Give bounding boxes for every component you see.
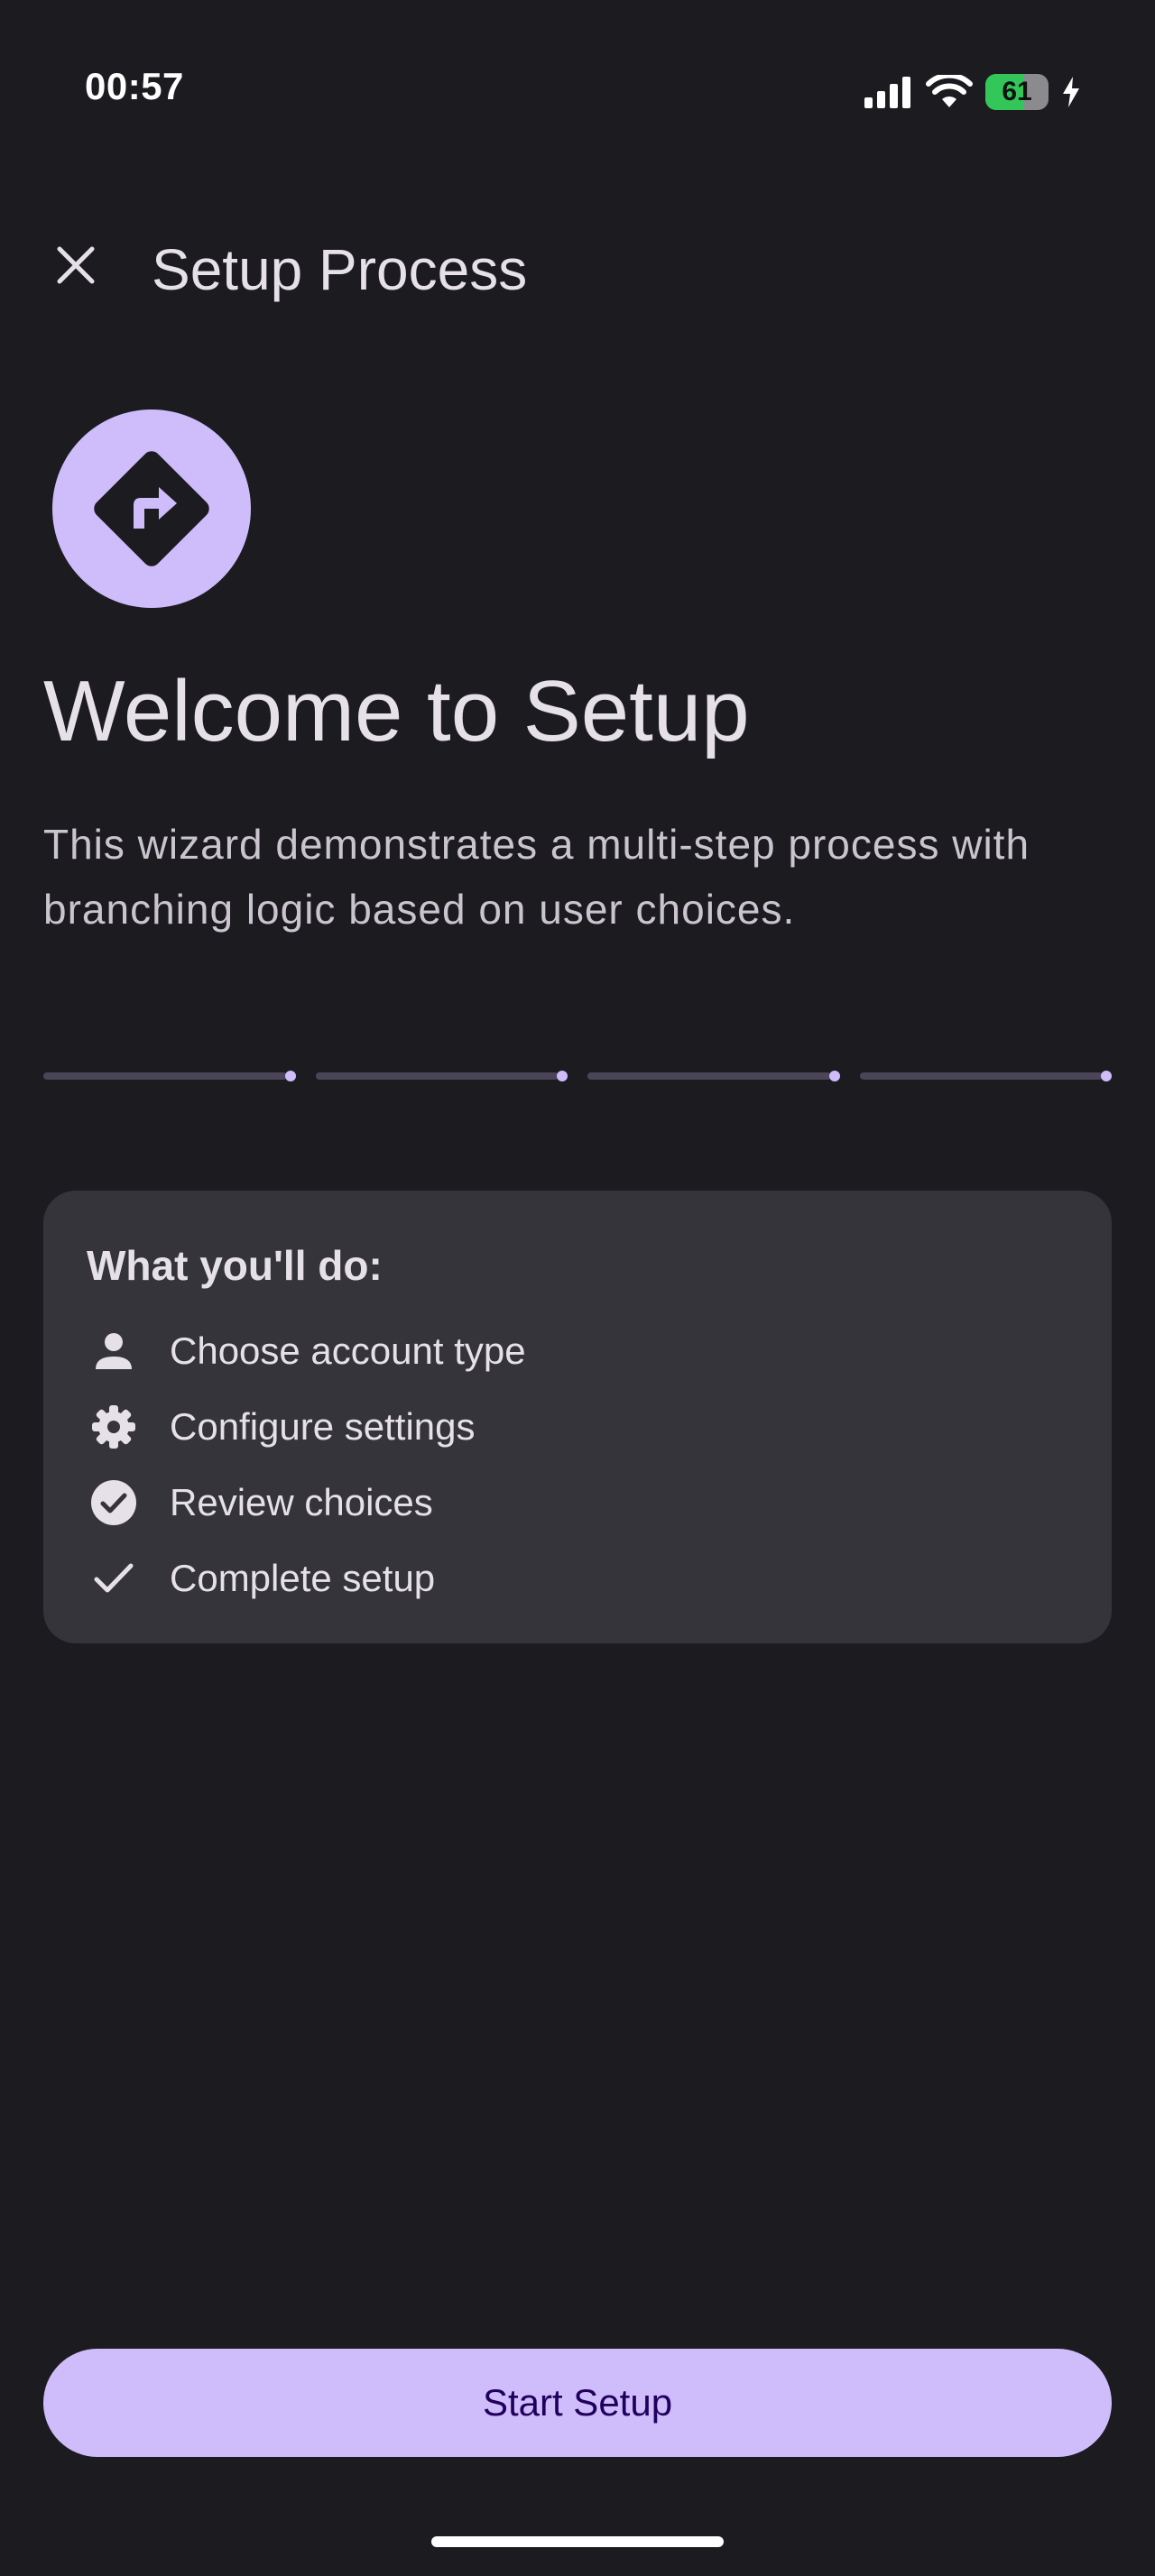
welcome-title: Welcome to Setup: [43, 663, 750, 759]
steps-list: Choose account type Configure settings R…: [87, 1313, 526, 1616]
battery-percent: 61: [1002, 77, 1032, 106]
check-icon: [87, 1551, 141, 1605]
status-time: 00:57: [85, 65, 184, 107]
app-bar-title: Setup Process: [152, 237, 528, 302]
hero-icon-badge: [52, 409, 251, 608]
charging-icon: [1063, 77, 1079, 107]
status-icons: 61: [863, 72, 1081, 112]
battery-icon: 61: [985, 74, 1049, 110]
home-indicator: [431, 2536, 724, 2547]
progress-step-2: [315, 1068, 568, 1084]
progress-step-1: [43, 1068, 296, 1084]
start-setup-button[interactable]: Start Setup: [43, 2349, 1112, 2457]
welcome-description: This wizard demonstrates a multi-step pr…: [43, 821, 1030, 933]
person-icon: [87, 1324, 141, 1378]
turn-right-sign-icon: [94, 451, 209, 566]
close-button[interactable]: [42, 231, 110, 299]
close-icon: [57, 246, 95, 284]
list-item: Choose account type: [87, 1313, 526, 1389]
card-title: What you'll do:: [87, 1242, 383, 1289]
wifi-icon: [926, 75, 973, 107]
progress-step-3: [587, 1068, 840, 1084]
check-circle-icon: [87, 1476, 141, 1530]
list-item: Review choices: [87, 1465, 526, 1541]
list-item-label: Configure settings: [170, 1405, 476, 1448]
progress-step-4: [859, 1068, 1112, 1084]
signal-icon: [864, 77, 910, 108]
list-item: Complete setup: [87, 1541, 526, 1616]
list-item-label: Review choices: [170, 1481, 433, 1523]
step-progress: [43, 1068, 1112, 1084]
list-item-label: Complete setup: [170, 1557, 436, 1599]
steps-card: What you'll do: Choose account type Conf…: [43, 1191, 1112, 1643]
list-item: Configure settings: [87, 1389, 526, 1465]
gear-icon: [87, 1400, 141, 1454]
list-item-label: Choose account type: [170, 1329, 526, 1372]
